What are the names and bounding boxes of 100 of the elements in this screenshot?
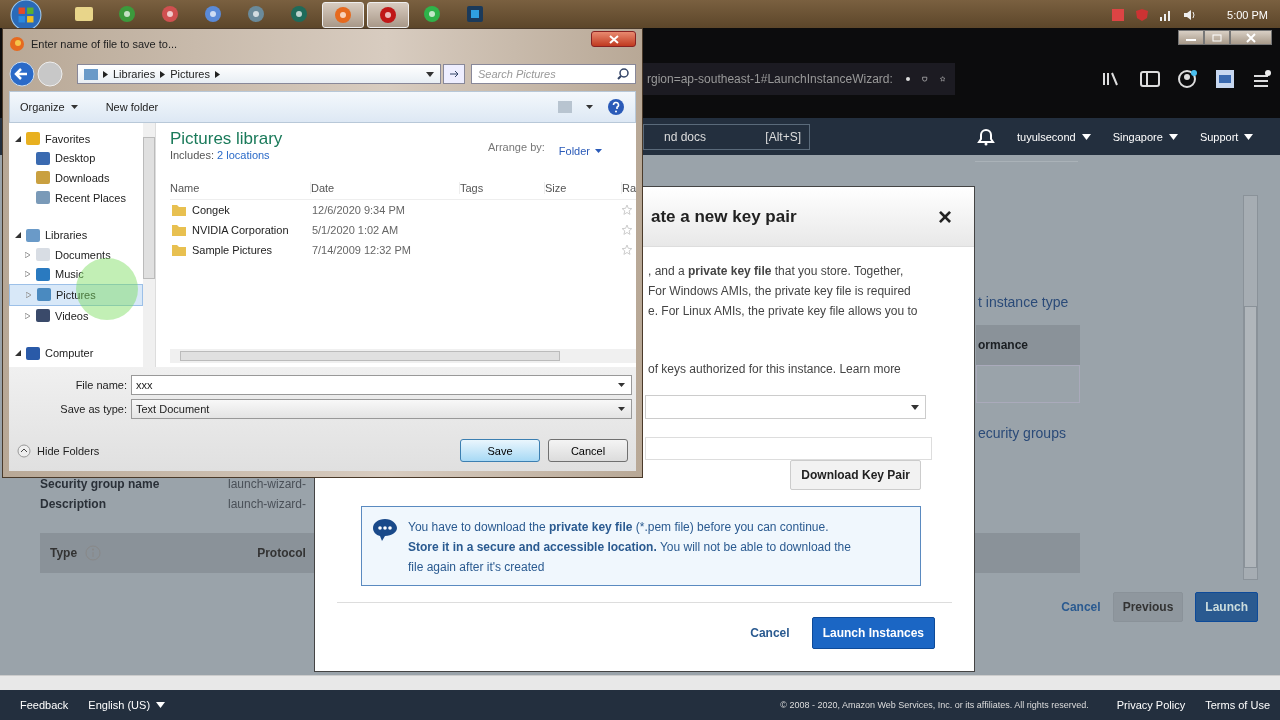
scrollbar[interactable] <box>169 349 636 363</box>
restore-button[interactable] <box>1204 30 1230 45</box>
locations-link[interactable]: 2 locations <box>217 149 270 161</box>
sidebar-icon[interactable] <box>1140 71 1160 87</box>
cancel-button[interactable]: Cancel <box>548 439 628 462</box>
save-button[interactable]: Save <box>460 439 540 462</box>
feedback-link[interactable]: Feedback <box>20 699 69 711</box>
language-menu[interactable]: English (US) <box>88 699 166 711</box>
collapsed-arrow-icon[interactable] <box>25 251 31 258</box>
close-button[interactable]: × <box>938 202 952 231</box>
key-pair-name-field[interactable] <box>645 437 932 460</box>
nav-item[interactable]: Documents <box>9 244 143 265</box>
chevron-icon[interactable] <box>214 70 220 78</box>
bell-icon[interactable] <box>977 127 995 146</box>
scrollbar[interactable] <box>142 123 155 367</box>
column-header[interactable]: Tags <box>459 182 545 194</box>
breadcrumb-item[interactable]: Pictures <box>170 68 210 80</box>
chevron-icon[interactable] <box>160 70 166 78</box>
caret-icon <box>1168 133 1178 140</box>
nav-item[interactable]: Music <box>9 264 143 285</box>
hide-folders-button[interactable]: Hide Folders <box>17 443 100 458</box>
collapsed-arrow-icon[interactable] <box>25 271 31 278</box>
nav-item[interactable]: Computer <box>9 343 143 363</box>
caret-icon[interactable] <box>618 407 625 411</box>
close-button[interactable] <box>1230 30 1272 45</box>
caret-icon[interactable] <box>426 71 434 77</box>
breadcrumb-item[interactable]: Libraries <box>113 68 156 80</box>
file-name-field[interactable]: xxx <box>131 375 632 395</box>
launch-instances-button[interactable]: Launch Instances <box>811 617 935 649</box>
star-icon[interactable] <box>621 225 632 235</box>
address-bar[interactable]: rgion=ap-southeast-1#LaunchInstanceWizard: <box>643 63 955 95</box>
breadcrumb-bar[interactable]: Libraries Pictures <box>77 64 441 84</box>
nav-menu[interactable]: tuyulsecond <box>1017 130 1091 143</box>
scrollbar[interactable] <box>0 675 1280 690</box>
close-button[interactable] <box>591 31 636 47</box>
download-key-pair-button[interactable]: Download Key Pair <box>790 460 921 490</box>
column-header: Type <box>50 546 78 560</box>
expanded-arrow-icon[interactable] <box>15 350 21 357</box>
taskbar-app[interactable] <box>367 2 409 28</box>
nav-menu[interactable]: Singapore <box>1112 130 1178 143</box>
star-icon[interactable] <box>621 245 632 255</box>
file-row[interactable]: NVIDIA Corporation 5/1/2020 1:02 AM <box>169 220 636 240</box>
table-header-cell: ormance <box>976 325 1080 365</box>
caret-icon[interactable] <box>586 105 593 109</box>
column-header[interactable]: Name <box>169 182 311 194</box>
chevron-icon[interactable] <box>103 70 108 78</box>
help-icon[interactable] <box>607 98 625 116</box>
more-icon[interactable] <box>904 76 911 82</box>
caret-icon[interactable] <box>618 383 625 387</box>
scrollbar[interactable] <box>1243 195 1258 580</box>
new-folder-button[interactable]: New folder <box>105 101 159 113</box>
search-field[interactable]: nd docs [Alt+S] <box>643 123 810 150</box>
link[interactable]: t instance type <box>978 294 1069 310</box>
footer-link[interactable]: Terms of Use <box>1205 699 1270 711</box>
library-icon <box>84 68 98 80</box>
back-button[interactable] <box>9 61 35 87</box>
file-row[interactable]: Congek 12/6/2020 9:34 PM <box>169 200 636 220</box>
star-icon[interactable] <box>621 205 632 215</box>
refresh-button[interactable] <box>443 64 465 84</box>
column-header: Protocol <box>257 546 306 560</box>
collapsed-arrow-icon[interactable] <box>25 312 31 319</box>
column-header[interactable]: Date <box>310 182 460 194</box>
expanded-arrow-icon[interactable] <box>15 135 21 142</box>
nav-item[interactable]: Pictures <box>9 284 143 306</box>
extension-icon[interactable] <box>1216 70 1234 88</box>
footer-link[interactable]: Privacy Policy <box>1116 699 1186 711</box>
caret-icon <box>70 105 78 109</box>
app-icon <box>423 5 441 23</box>
nav-item[interactable]: Favorites <box>9 129 143 149</box>
info-message: You have to download the private key file (*.pem file) before you can continue. Store it in a secure and accessible location. You will not be able to download the file again after it's created <box>408 519 851 576</box>
link[interactable]: ecurity groups <box>978 425 1066 441</box>
taskbar-app[interactable] <box>322 2 364 28</box>
launch-button[interactable]: Launch <box>1195 592 1258 622</box>
nav-item[interactable]: Videos <box>9 305 143 326</box>
app-icon <box>467 6 483 22</box>
field-label: Security group name <box>40 477 161 493</box>
expanded-arrow-icon[interactable] <box>15 232 21 239</box>
account-icon[interactable] <box>1178 70 1198 88</box>
file-row[interactable]: Sample Pictures 7/14/2009 12:32 PM <box>169 240 636 260</box>
nav-menu[interactable]: Support <box>1199 130 1254 143</box>
folder-icon <box>171 224 186 236</box>
nav-item[interactable]: Libraries <box>9 225 143 245</box>
cancel-link[interactable]: Cancel <box>750 626 790 640</box>
column-header[interactable]: Size <box>544 182 622 194</box>
previous-button[interactable]: Previous <box>1112 592 1184 622</box>
arrange-menu[interactable]: Folder <box>558 141 602 161</box>
nav-item[interactable]: Recent Places <box>9 187 143 208</box>
caret-icon <box>156 702 166 708</box>
volume-icon[interactable] <box>1183 8 1198 22</box>
column-header[interactable]: Ra <box>621 182 636 194</box>
folder-icon <box>75 7 93 21</box>
clock[interactable]: 5:00 PM <box>1227 9 1268 21</box>
menu-icon[interactable] <box>1252 70 1272 88</box>
save-type-select[interactable]: Text Document <box>131 399 632 419</box>
field-value: launch-wizard- <box>228 477 307 493</box>
organize-menu[interactable]: Organize <box>20 101 78 113</box>
minimize-button[interactable] <box>1178 30 1204 45</box>
caret-icon <box>595 149 602 153</box>
nav-item[interactable]: Desktop <box>9 148 143 169</box>
nav-item[interactable]: Downloads <box>9 168 143 188</box>
